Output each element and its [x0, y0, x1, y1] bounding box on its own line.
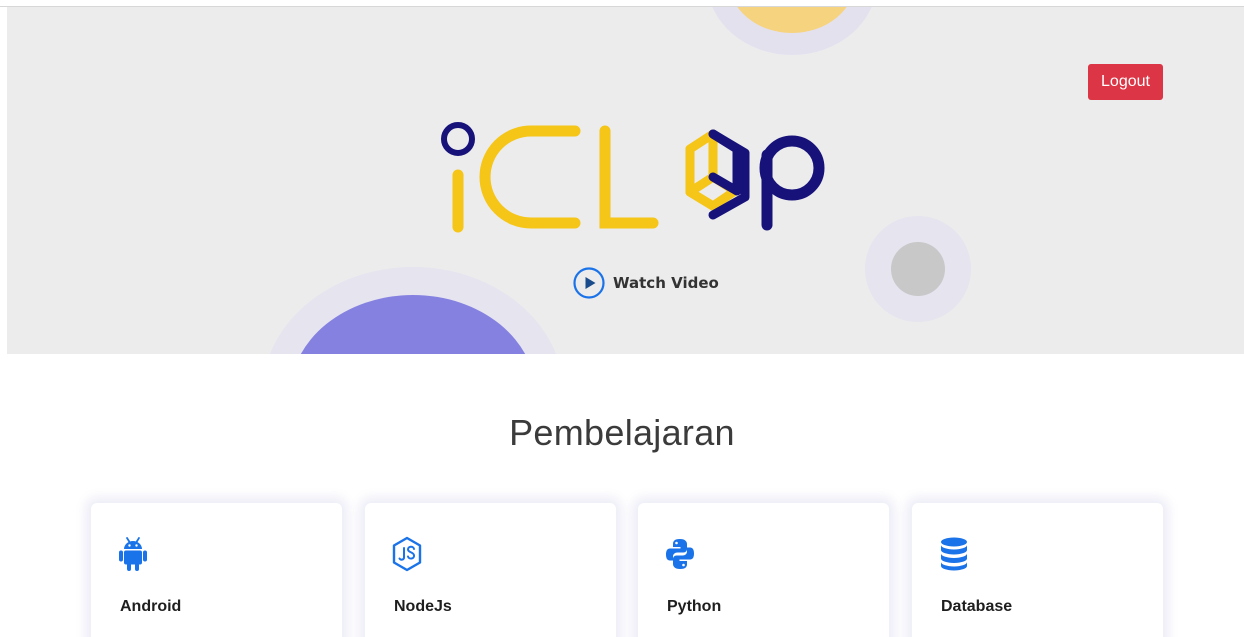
- android-icon: [119, 537, 147, 571]
- decorative-gray-circle: [891, 242, 945, 296]
- card-title: Database: [941, 598, 1013, 615]
- watch-video-button[interactable]: Watch Video: [572, 266, 719, 300]
- card-android[interactable]: Android: [91, 503, 342, 637]
- section-title: Pembelajaran: [509, 412, 735, 453]
- logout-button[interactable]: Logout: [1088, 64, 1163, 100]
- database-icon: [941, 537, 967, 571]
- watch-video-label: Watch Video: [613, 274, 719, 292]
- decorative-yellow-circle: [729, 7, 855, 33]
- card-title: Python: [667, 598, 722, 615]
- iclop-logo: iCLOP: [425, 117, 835, 242]
- nodejs-icon: [392, 536, 422, 572]
- card-database[interactable]: Database: [912, 503, 1163, 637]
- top-divider: [0, 0, 1244, 7]
- card-nodejs[interactable]: NodeJs: [365, 503, 616, 637]
- play-circle-icon: [573, 267, 605, 299]
- card-title: Android: [120, 598, 182, 615]
- page: Logout iCLOP: [0, 0, 1244, 637]
- hero-banner: Logout iCLOP: [7, 7, 1244, 354]
- card-title: NodeJs: [394, 598, 452, 615]
- decorative-purple-circle: [290, 295, 536, 354]
- course-card-list: Android NodeJs Python Database: [91, 503, 1163, 637]
- card-python[interactable]: Python: [638, 503, 889, 637]
- iclop-logo-mark: [441, 122, 825, 233]
- python-icon: [666, 539, 694, 569]
